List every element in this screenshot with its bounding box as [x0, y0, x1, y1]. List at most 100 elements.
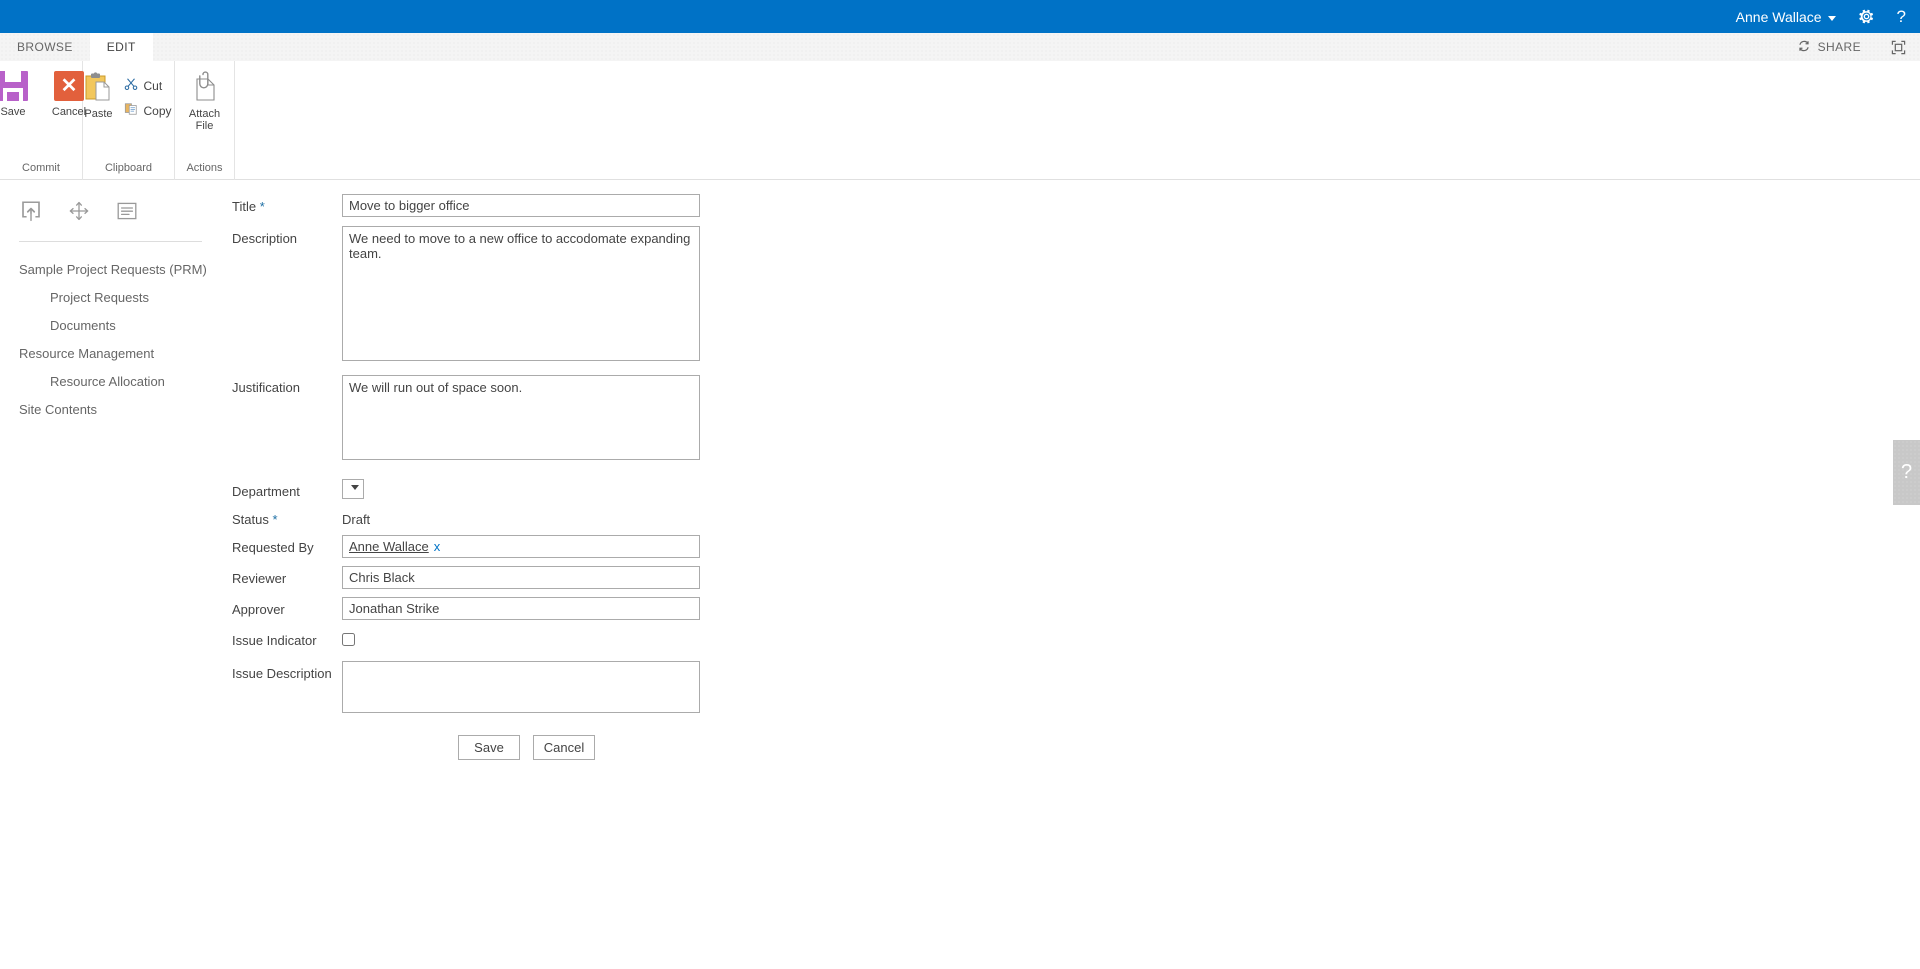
justification-textarea[interactable] [342, 375, 700, 460]
form-row-justification: Justification [232, 375, 1712, 465]
ribbon: BROWSE EDIT SHARE Save ✕ Cancel Commit P… [0, 33, 1920, 180]
issue-indicator-checkbox[interactable] [342, 633, 355, 646]
paste-clipboard-icon [83, 71, 115, 103]
ribbon-group-clipboard: Paste Cut Copy Clipboard [83, 61, 175, 180]
department-select[interactable] [342, 479, 364, 499]
chevron-down-icon [1827, 15, 1836, 21]
edit-form: Title * Description Justification Depart… [232, 180, 1712, 760]
form-row-issue-description: Issue Description [232, 661, 1712, 718]
save-button[interactable]: Save [0, 68, 41, 118]
reviewer-input[interactable] [342, 566, 700, 589]
form-row-title: Title * [232, 194, 1712, 217]
tab-browse[interactable]: BROWSE [0, 33, 90, 61]
form-row-approver: Approver [232, 597, 1712, 620]
form-row-description: Description [232, 226, 1712, 366]
attach-file-button-label: Attach File [189, 108, 220, 132]
justification-label: Justification [232, 380, 300, 395]
issue-indicator-field-wrap [342, 628, 355, 651]
sidebar-item-project-requests[interactable]: Project Requests [14, 284, 232, 312]
save-button-label: Save [0, 106, 26, 118]
attach-file-label-line2: File [195, 120, 214, 132]
issue-description-field-wrap [342, 661, 700, 718]
cancel-button-footer[interactable]: Cancel [533, 735, 595, 760]
reviewer-label: Reviewer [232, 571, 287, 586]
ribbon-group-actions-items: Attach File [179, 68, 231, 154]
cut-button[interactable]: Cut [120, 73, 180, 98]
status-required-marker: * [272, 512, 278, 527]
approver-field-wrap [342, 597, 700, 620]
title-label-text: Title [232, 199, 257, 214]
paste-button-label: Paste [84, 108, 113, 120]
suite-bar-right: Anne Wallace ? [1736, 8, 1906, 25]
approver-label: Approver [232, 602, 285, 617]
ribbon-body: Save ✕ Cancel Commit Paste Cut Copy Clip… [0, 61, 1920, 180]
form-row-status: Status * Draft [232, 507, 1712, 527]
status-label-text: Status [232, 512, 269, 527]
title-label: Title * [232, 194, 342, 214]
description-textarea[interactable] [342, 226, 700, 361]
title-input[interactable] [342, 194, 700, 217]
form-button-row: Save Cancel [458, 735, 1712, 760]
reviewer-field-wrap [342, 566, 700, 589]
user-name-label: Anne Wallace [1735, 8, 1822, 25]
copy-button-label: Copy [143, 103, 172, 118]
share-icon [1797, 39, 1811, 56]
issue-indicator-label: Issue Indicator [232, 633, 317, 648]
save-floppy-icon [0, 71, 28, 101]
requested-by-field-wrap: Anne Wallace x [342, 535, 700, 558]
upload-box-icon[interactable] [19, 200, 43, 227]
requested-by-label: Requested By [232, 540, 314, 555]
save-button-footer[interactable]: Save [458, 735, 520, 760]
cut-button-label: Cut [143, 78, 163, 93]
clipboard-small-buttons: Cut Copy [120, 68, 180, 123]
ribbon-tab-actions: SHARE [1797, 33, 1906, 61]
form-row-requested-by: Requested By Anne Wallace x [232, 535, 1712, 558]
remove-person-icon[interactable]: x [434, 539, 441, 554]
ribbon-group-actions: Attach File Actions [175, 61, 235, 180]
sidebar-item-documents[interactable]: Documents [14, 312, 232, 340]
move-arrows-icon[interactable] [67, 200, 91, 227]
tab-edit[interactable]: EDIT [89, 33, 153, 61]
sidebar-item-resource-management[interactable]: Resource Management [14, 340, 232, 368]
help-tab[interactable]: ? [1893, 440, 1920, 505]
copy-pages-icon [124, 102, 138, 119]
form-row-reviewer: Reviewer [232, 566, 1712, 589]
title-required-marker: * [259, 199, 265, 214]
ribbon-group-clipboard-items: Paste Cut Copy [78, 68, 180, 154]
paperclip-document-icon [190, 71, 220, 103]
status-label: Status * [232, 507, 342, 527]
gear-icon[interactable] [1858, 8, 1875, 25]
issue-description-textarea[interactable] [342, 661, 700, 713]
sidebar-item-resource-allocation[interactable]: Resource Allocation [14, 368, 232, 396]
requested-by-value[interactable]: Anne Wallace [349, 539, 429, 554]
left-navigation: Sample Project Requests (PRM) Project Re… [0, 180, 232, 424]
form-row-issue-indicator: Issue Indicator [232, 628, 1712, 651]
ribbon-group-commit-label: Commit [22, 162, 60, 174]
sidebar-item-site-contents[interactable]: Site Contents [14, 396, 232, 424]
ribbon-group-commit: Save ✕ Cancel Commit [0, 61, 86, 180]
ribbon-tab-row: BROWSE EDIT SHARE [0, 33, 1920, 61]
department-label: Department [232, 484, 300, 499]
title-field-wrap [342, 194, 700, 217]
requested-by-people-picker[interactable]: Anne Wallace x [342, 535, 700, 558]
list-lines-icon[interactable] [115, 200, 139, 227]
question-mark-icon[interactable]: ? [1897, 8, 1906, 25]
copy-button[interactable]: Copy [120, 98, 180, 123]
sidebar-item-sample-project-requests[interactable]: Sample Project Requests (PRM) [14, 256, 232, 284]
status-value: Draft [342, 512, 371, 527]
user-menu[interactable]: Anne Wallace [1736, 9, 1836, 25]
justification-field-wrap [342, 375, 700, 465]
approver-input[interactable] [342, 597, 700, 620]
share-button[interactable]: SHARE [1797, 39, 1861, 56]
focus-on-content-icon[interactable] [1891, 40, 1906, 55]
paste-button[interactable]: Paste [78, 68, 120, 120]
left-nav-divider [19, 241, 202, 242]
share-label: SHARE [1817, 40, 1861, 54]
description-field-wrap [342, 226, 700, 366]
suite-bar: Anne Wallace ? [0, 0, 1920, 33]
left-nav-icon-row [14, 192, 232, 241]
attach-file-button[interactable]: Attach File [179, 68, 231, 132]
ribbon-group-clipboard-label: Clipboard [104, 162, 153, 174]
ribbon-group-actions-label: Actions [186, 162, 223, 174]
form-row-department: Department [232, 479, 1712, 499]
